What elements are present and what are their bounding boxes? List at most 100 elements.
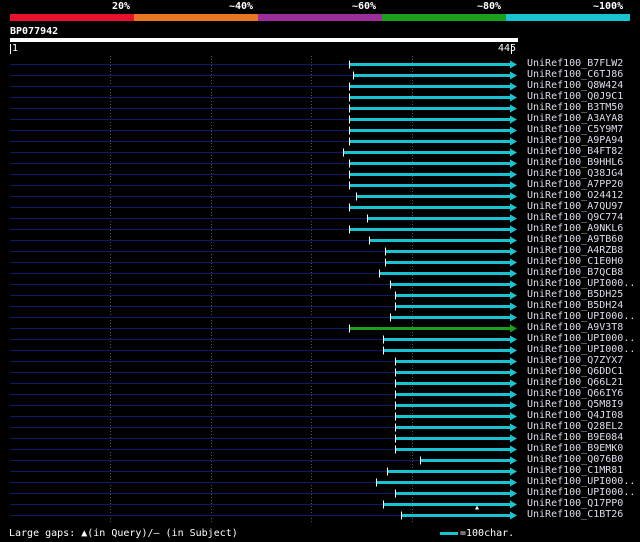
hit-bar (388, 470, 511, 473)
hit-name[interactable]: UniRef100_Q0J9C1 (527, 91, 623, 102)
hit-arrow-icon (510, 269, 517, 278)
hit-arrow-icon (510, 214, 517, 223)
hit-bar (421, 459, 511, 462)
hit-name[interactable]: UniRef100_C6TJ86 (527, 69, 623, 80)
hit-bar (384, 503, 511, 506)
legend-scale-text: =100char. (460, 528, 515, 539)
hit-name[interactable]: UniRef100_Q9C774 (527, 212, 623, 223)
hit-name[interactable]: UniRef100_B7FLW2 (527, 58, 623, 69)
hit-name[interactable]: UniRef100_A9TB60 (527, 234, 623, 245)
hit-name[interactable]: UniRef100_Q076B0 (527, 454, 623, 465)
hit-bar (396, 437, 511, 440)
hit-bar (396, 448, 511, 451)
hit-name[interactable]: UniRef100_C5Y9M7 (527, 124, 623, 135)
hit-arrow-icon (510, 346, 517, 355)
hit-bar (344, 151, 511, 154)
hit-arrow-icon (510, 203, 517, 212)
hit-bar (396, 360, 511, 363)
hit-bar (370, 239, 511, 242)
hit-bar (350, 162, 511, 165)
hit-bar (377, 481, 511, 484)
query-gap-marker-icon (475, 505, 479, 510)
hit-arrow-icon (510, 181, 517, 190)
hit-arrow-icon (510, 357, 517, 366)
hit-name[interactable]: UniRef100_C1BT26 (527, 509, 623, 520)
hit-name[interactable]: UniRef100_UPI000.. (527, 476, 635, 487)
legend-gaps: Large gaps: ▲(in Query)/– (in Subject) (9, 528, 238, 539)
hit-bar (396, 305, 511, 308)
hit-name[interactable]: UniRef100_C1E0H0 (527, 256, 623, 267)
hit-bar (350, 107, 511, 110)
hit-bar (386, 250, 511, 253)
hit-name[interactable]: UniRef100_O24412 (527, 190, 623, 201)
hit-arrow-icon (510, 104, 517, 113)
hit-bar (402, 514, 511, 517)
hit-name[interactable]: UniRef100_B4FT82 (527, 146, 623, 157)
hit-name[interactable]: UniRef100_UPI000.. (527, 333, 635, 344)
hit-arrow-icon (510, 324, 517, 333)
hit-bar (354, 74, 511, 77)
hit-name[interactable]: UniRef100_Q17PP0 (527, 498, 623, 509)
hit-bar (396, 382, 511, 385)
hit-bar (396, 426, 511, 429)
hit-name[interactable]: UniRef100_A4RZB8 (527, 245, 623, 256)
hit-name[interactable]: UniRef100_Q4JI08 (527, 410, 623, 421)
hit-bar (368, 217, 511, 220)
hit-bar (396, 492, 511, 495)
hit-name[interactable]: UniRef100_UPI000.. (527, 487, 635, 498)
hit-name[interactable]: UniRef100_Q28EL2 (527, 421, 623, 432)
hit-name[interactable]: UniRef100_A3AYA8 (527, 113, 623, 124)
hit-name[interactable]: UniRef100_UPI000.. (527, 278, 635, 289)
hit-name[interactable]: UniRef100_Q66IY6 (527, 388, 623, 399)
hit-name[interactable]: UniRef100_B5DH24 (527, 300, 623, 311)
hit-bar (396, 294, 511, 297)
hit-arrow-icon (510, 302, 517, 311)
hit-arrow-icon (510, 60, 517, 69)
hit-bar (350, 228, 511, 231)
hit-name[interactable]: UniRef100_B9E084 (527, 432, 623, 443)
hit-name[interactable]: UniRef100_Q7ZYX7 (527, 355, 623, 366)
hit-arrow-icon (510, 511, 517, 520)
hit-arrow-icon (510, 170, 517, 179)
hit-arrow-icon (510, 148, 517, 157)
hit-name[interactable]: UniRef100_Q5M8I9 (527, 399, 623, 410)
hit-bar (380, 272, 511, 275)
hit-name[interactable]: UniRef100_A9PA94 (527, 135, 623, 146)
hit-name[interactable]: UniRef100_A7QU97 (527, 201, 623, 212)
hit-name[interactable]: UniRef100_B9EMK0 (527, 443, 623, 454)
hit-name[interactable]: UniRef100_B5DH25 (527, 289, 623, 300)
hit-arrow-icon (510, 71, 517, 80)
hit-arrow-icon (510, 489, 517, 498)
hit-name[interactable]: UniRef100_A9NKL6 (527, 223, 623, 234)
hit-arrow-icon (510, 82, 517, 91)
hit-bar (350, 140, 511, 143)
hit-arrow-icon (510, 258, 517, 267)
hit-bar (396, 404, 511, 407)
hit-name[interactable]: UniRef100_Q6DDC1 (527, 366, 623, 377)
hit-arrow-icon (510, 93, 517, 102)
hit-name[interactable]: UniRef100_Q38JG4 (527, 168, 623, 179)
hit-arrow-icon (510, 379, 517, 388)
hit-name[interactable]: UniRef100_UPI000.. (527, 311, 635, 322)
hit-bar (350, 85, 511, 88)
hit-bar (391, 283, 511, 286)
hit-name[interactable]: UniRef100_Q66L21 (527, 377, 623, 388)
hit-arrow-icon (510, 478, 517, 487)
hit-bar (391, 316, 511, 319)
hit-name[interactable]: UniRef100_B3TM50 (527, 102, 623, 113)
hit-name[interactable]: UniRef100_Q8W424 (527, 80, 623, 91)
hit-bar (350, 184, 511, 187)
hit-bar (350, 173, 511, 176)
hit-bar (350, 118, 511, 121)
hit-name[interactable]: UniRef100_B7QCB8 (527, 267, 623, 278)
hit-name[interactable]: UniRef100_A7PP20 (527, 179, 623, 190)
hit-arrow-icon (510, 434, 517, 443)
hit-bar (350, 129, 511, 132)
hit-name[interactable]: UniRef100_C1MR81 (527, 465, 623, 476)
hit-name[interactable]: UniRef100_A9V3T8 (527, 322, 623, 333)
hit-arrow-icon (510, 467, 517, 476)
hit-name[interactable]: UniRef100_UPI000.. (527, 344, 635, 355)
hit-arrow-icon (510, 500, 517, 509)
hit-bar (384, 349, 511, 352)
hit-name[interactable]: UniRef100_B9HHL6 (527, 157, 623, 168)
